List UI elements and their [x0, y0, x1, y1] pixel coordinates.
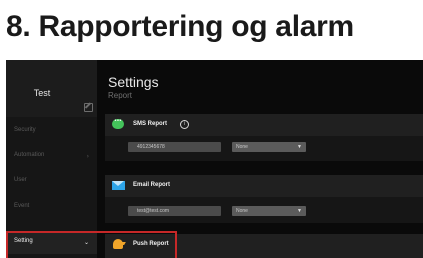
- sidebar-item-label: User: [14, 177, 27, 183]
- sidebar-item-event[interactable]: Event: [6, 197, 97, 219]
- email-report-title: Email Report: [133, 182, 171, 188]
- sidebar-item-label: Automation: [14, 152, 45, 158]
- sms-report-body: 4912345678 None ▼: [105, 136, 423, 161]
- edit-icon[interactable]: [84, 103, 93, 112]
- page-subtitle: Report: [108, 91, 133, 100]
- email-report-body: test@test.com None ▼: [105, 197, 423, 223]
- select-value: None: [236, 208, 248, 214]
- sidebar-item-security[interactable]: Security: [6, 121, 97, 143]
- caret-down-icon: ▼: [297, 144, 302, 150]
- sms-report-select[interactable]: None ▼: [232, 142, 306, 152]
- page-title: Settings: [108, 74, 159, 90]
- email-report-header: Email Report: [105, 175, 423, 197]
- sms-report-panel: SMS Report i 4912345678 None ▼: [105, 114, 423, 161]
- highlight-frame: [6, 231, 177, 258]
- app-window: Test Security Automation › User Event Se…: [6, 60, 423, 258]
- page-heading: 8. Rapportering og alarm: [6, 10, 354, 43]
- chevron-right-icon: ›: [86, 153, 89, 160]
- sms-report-title: SMS Report: [133, 121, 168, 127]
- sidebar-item-label: Security: [14, 127, 36, 133]
- phone-number-field[interactable]: 4912345678: [128, 142, 221, 152]
- email-report-panel: Email Report test@test.com None ▼: [105, 175, 423, 223]
- site-name: Test: [33, 88, 51, 98]
- sms-icon: [112, 118, 124, 129]
- select-value: None: [236, 144, 248, 150]
- main-content: Settings Report SMS Report i 4912345678 …: [97, 60, 423, 258]
- email-address-field[interactable]: test@test.com: [128, 206, 221, 216]
- mail-icon: [112, 181, 125, 190]
- sidebar-item-label: Event: [14, 203, 30, 209]
- caret-down-icon: ▼: [297, 208, 302, 214]
- sidebar-header: Test: [6, 60, 97, 117]
- sms-report-header: SMS Report i: [105, 114, 423, 136]
- sidebar-item-automation[interactable]: Automation ›: [6, 146, 97, 168]
- info-icon[interactable]: i: [180, 120, 189, 129]
- sidebar: Test Security Automation › User Event Se…: [6, 60, 97, 258]
- sidebar-item-user[interactable]: User: [6, 171, 97, 193]
- email-report-select[interactable]: None ▼: [232, 206, 306, 216]
